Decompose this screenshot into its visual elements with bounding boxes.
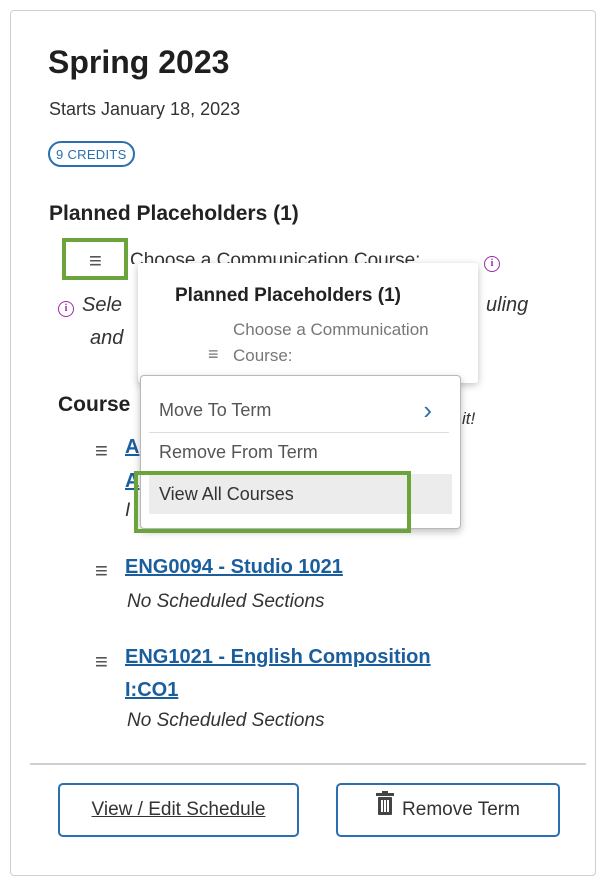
- course-status-eng0094: No Scheduled Sections: [127, 591, 325, 612]
- menu-item-move-to-term[interactable]: Move To Term ›: [149, 390, 452, 430]
- credits-badge: 9 CREDITS: [48, 141, 135, 167]
- term-start-date: Starts January 18, 2023: [49, 99, 241, 119]
- tooltip-heading: Planned Placeholders (1): [175, 285, 401, 306]
- remove-term-button[interactable]: Remove Term: [336, 783, 560, 837]
- view-all-courses-highlight: [134, 471, 411, 533]
- placeholders-heading: Planned Placeholders (1): [49, 202, 299, 225]
- course-link-eng1021[interactable]: ENG1021 - English Composition: [125, 646, 431, 669]
- placeholder-note-end: uling: [486, 294, 529, 316]
- course-status-partial: I: [125, 500, 131, 521]
- course-drag-handle-icon[interactable]: ≡: [95, 560, 108, 582]
- courses-heading: Course: [58, 393, 131, 416]
- placeholder-item-label: Choose a Communication Course:: [130, 250, 421, 264]
- course-link-eng0094[interactable]: ENG0094 - Studio 1021: [125, 556, 343, 579]
- menu-item-remove-from-term-label: Remove From Term: [159, 442, 318, 462]
- placeholder-drag-handle-icon[interactable]: ≡: [89, 250, 102, 272]
- tooltip-item-line2: Course:: [233, 346, 293, 365]
- course-drag-handle-icon[interactable]: ≡: [95, 440, 108, 462]
- course-link-partial[interactable]: A: [125, 436, 139, 459]
- menu-item-move-to-term-label: Move To Term: [159, 400, 272, 420]
- chevron-right-icon: ›: [423, 395, 432, 425]
- tooltip-item-line1: Choose a Communication: [233, 320, 429, 339]
- remove-term-label: Remove Term: [402, 799, 520, 820]
- placeholder-note-line2: and: [90, 327, 124, 349]
- divider: [30, 763, 586, 765]
- course-drag-handle-icon[interactable]: ≡: [95, 651, 108, 673]
- placeholder-note-start: Sele: [82, 294, 123, 316]
- placeholder-note-info-icon: i: [58, 301, 74, 317]
- course-status-eng1021: No Scheduled Sections: [127, 710, 325, 731]
- menu-item-remove-from-term[interactable]: Remove From Term: [149, 432, 452, 472]
- course-link-eng1021-line2[interactable]: I:CO1: [125, 679, 178, 702]
- trash-icon: [376, 785, 395, 835]
- view-edit-schedule-button[interactable]: View / Edit Schedule: [58, 783, 299, 837]
- term-title: Spring 2023: [48, 44, 230, 80]
- placeholder-tooltip: Planned Placeholders (1) Choose a Commun…: [138, 263, 478, 383]
- tooltip-drag-handle-icon: ≡: [208, 344, 219, 364]
- view-edit-schedule-label: View / Edit Schedule: [91, 799, 266, 820]
- course-note-partial: it!: [462, 409, 476, 428]
- placeholder-info-icon[interactable]: i: [484, 256, 500, 272]
